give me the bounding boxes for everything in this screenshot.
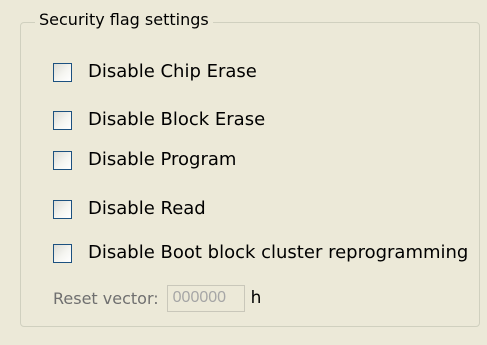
disable-program-checkbox[interactable]: Disable Program xyxy=(53,148,236,172)
disable-block-erase-checkbox[interactable]: Disable Block Erase xyxy=(53,108,265,132)
checkbox-box[interactable] xyxy=(53,199,72,219)
checkbox-label[interactable]: Disable Read xyxy=(88,197,206,221)
reset-vector-input[interactable] xyxy=(166,284,245,312)
reset-vector-unit: h xyxy=(250,288,262,308)
checkbox-label[interactable]: Disable Block Erase xyxy=(88,108,265,132)
disable-boot-block-reprogramming-checkbox[interactable]: Disable Boot block cluster reprogramming xyxy=(53,241,468,265)
disable-read-checkbox[interactable]: Disable Read xyxy=(53,197,206,221)
checkbox-box[interactable] xyxy=(53,150,72,170)
disable-chip-erase-checkbox[interactable]: Disable Chip Erase xyxy=(53,60,257,84)
group-title: Security flag settings xyxy=(35,9,213,31)
checkbox-label[interactable]: Disable Program xyxy=(88,148,236,172)
checkbox-box[interactable] xyxy=(53,110,72,130)
checkbox-box[interactable] xyxy=(53,243,72,263)
reset-vector-row: Reset vector: h xyxy=(53,284,261,312)
checkbox-label[interactable]: Disable Boot block cluster reprogramming xyxy=(88,241,468,265)
checkbox-label[interactable]: Disable Chip Erase xyxy=(88,60,257,84)
checkbox-box[interactable] xyxy=(53,62,72,82)
reset-vector-label: Reset vector: xyxy=(53,288,159,308)
